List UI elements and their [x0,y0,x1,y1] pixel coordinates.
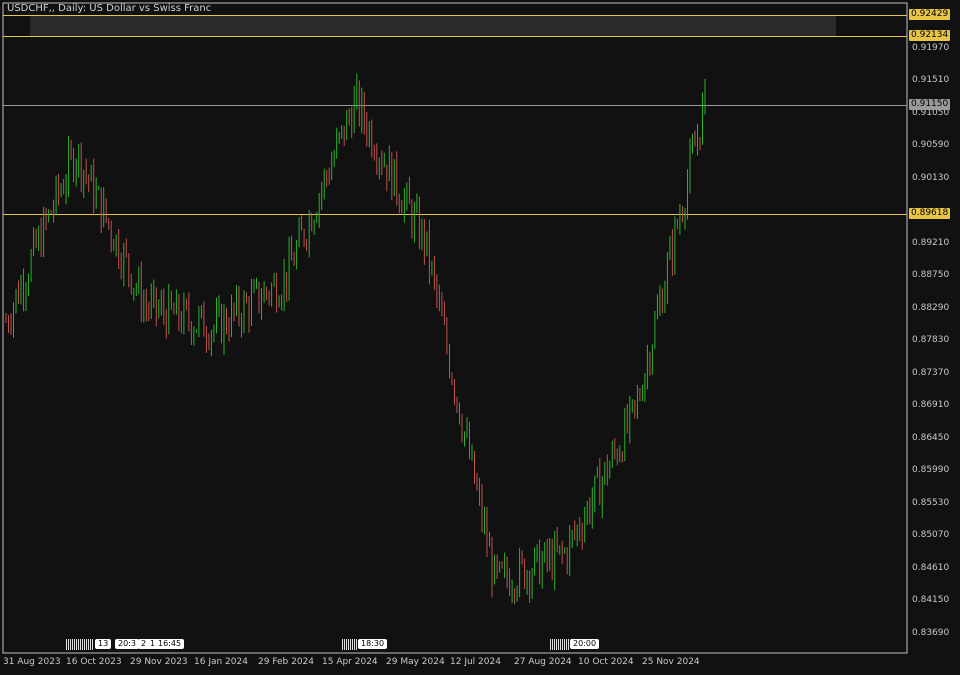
session-tag: 20:00 [570,639,600,649]
chart-window[interactable]: USDCHF,, Daily: US Dollar vs Swiss Franc… [0,0,960,675]
level-badge: 0.92134 [909,29,951,41]
level-badge: 0.91150 [909,99,951,111]
price-tick: 0.88290 [912,302,950,313]
date-tick: 25 Nov 2024 [642,657,700,667]
price-tick: 0.85990 [912,465,950,475]
price-tick: 0.84610 [912,562,950,573]
session-tag: 18:30 [358,639,388,649]
session-tag: 16:45 [155,639,185,649]
price-chart[interactable] [0,0,960,675]
session-tag: 20:3 [115,639,139,649]
date-tick: 10 Oct 2024 [578,657,634,667]
chart-title: USDCHF,, Daily: US Dollar vs Swiss Franc [7,3,212,14]
date-tick: 29 May 2024 [386,657,445,667]
price-tick: 0.89210 [912,237,950,248]
level-badge: 0.89618 [909,207,951,219]
price-tick: 0.88750 [912,270,950,280]
date-tick: 31 Aug 2023 [3,657,61,667]
resistance-zone [30,15,836,36]
date-tick: 12 Jul 2024 [450,657,501,667]
price-tick: 0.91510 [912,75,950,85]
level-badge: 0.92429 [909,9,951,21]
date-tick: 16 Jan 2024 [194,657,248,667]
date-tick: 27 Aug 2024 [514,657,572,667]
price-tick: 0.90130 [912,172,950,183]
date-tick: 29 Nov 2023 [130,657,188,667]
price-tick: 0.85070 [912,530,950,540]
date-tick: 15 Apr 2024 [322,657,378,667]
price-tick: 0.84150 [912,595,950,605]
price-tick: 0.87830 [912,335,950,345]
price-tick: 0.83690 [912,627,950,638]
date-tick: 16 Oct 2023 [66,657,122,667]
price-tick: 0.86910 [912,400,950,410]
date-tick: 29 Feb 2024 [258,657,315,667]
price-tick: 0.85530 [912,497,950,508]
price-tick: 0.90590 [912,140,950,150]
plot-frame [2,2,908,654]
price-tick: 0.86450 [912,432,950,443]
price-tick: 0.91970 [912,42,950,53]
session-tag: 13 [95,639,112,649]
price-tick: 0.87370 [912,367,950,378]
